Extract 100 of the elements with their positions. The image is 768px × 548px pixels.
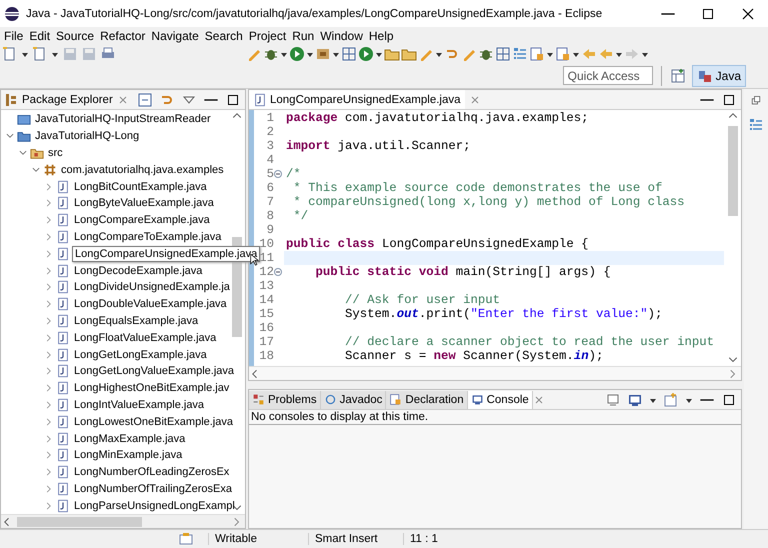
problems-icon <box>252 393 265 406</box>
tree-item[interactable]: LongCompareExample.java <box>72 213 212 228</box>
run-icon[interactable] <box>289 46 305 62</box>
pin-console-icon[interactable] <box>605 392 621 408</box>
tree-item[interactable]: LongCompareToExample.java <box>72 230 224 244</box>
tree-item[interactable]: LongMaxExample.java <box>72 432 188 446</box>
java-file-icon <box>56 432 70 446</box>
outline-icon[interactable] <box>748 117 764 133</box>
code-line: public class LongCompareUnsignedExample { <box>285 237 589 251</box>
panel-tab[interactable]: Problems <box>249 390 321 408</box>
tree-item[interactable]: JavaTutorialHQ-InputStreamReader <box>33 112 213 126</box>
tree-item[interactable]: LongEqualsExample.java <box>72 314 200 328</box>
tree-item[interactable]: LongGetLongValueExample.java <box>72 364 236 378</box>
tree-item[interactable]: LongNumberOfTrailingZerosExa <box>72 482 234 496</box>
line-number: 3 <box>266 139 274 153</box>
editor-tab[interactable]: LongCompareUnsignedExample.java <box>249 90 465 109</box>
java-file-icon <box>253 92 267 106</box>
tree-item[interactable]: LongDivideUnsignedExample.ja <box>72 280 232 294</box>
menu-item[interactable]: Project <box>246 28 290 42</box>
tree-item[interactable]: LongNumberOfLeadingZerosEx <box>72 465 232 480</box>
code-line: // declare a scanner object to read the user input <box>344 335 714 349</box>
status-field: Writable <box>208 533 308 545</box>
java-perspective-button[interactable]: Java <box>692 64 746 86</box>
document-icon[interactable] <box>555 46 571 62</box>
java-file-icon <box>56 465 70 480</box>
tree-item[interactable]: LongDoubleValueExample.java <box>72 297 229 312</box>
minimize-icon[interactable] <box>699 398 715 402</box>
menu-item[interactable]: Source <box>53 28 98 42</box>
tree-item[interactable]: LongGetLongExample.java <box>72 348 209 362</box>
tree-item[interactable]: com.javatutorialhq.java.examples <box>59 162 226 177</box>
collapse-all-icon[interactable] <box>137 92 153 108</box>
tree-item[interactable]: LongLowestOneBitExample.java <box>72 414 235 429</box>
status-icon <box>178 531 194 547</box>
code-line: import java.util.Scanner; <box>285 139 470 153</box>
menu-item[interactable]: Run <box>289 28 318 42</box>
tree-item[interactable]: src <box>46 146 65 160</box>
tree-item[interactable]: LongParseUnsignedLongExampl <box>72 498 237 513</box>
menu-item[interactable]: Navigate <box>148 28 202 42</box>
panel-tab[interactable]: Declaration <box>386 390 468 408</box>
close-icon[interactable] <box>468 94 481 106</box>
line-number: 17 <box>259 335 274 349</box>
menu-item[interactable]: Window <box>317 28 366 42</box>
new-console-icon[interactable] <box>663 392 679 408</box>
menu-item[interactable]: File <box>1 28 26 42</box>
code-line: System.out.print("Enter the first value:"); <box>344 307 662 321</box>
console-icon <box>470 393 484 406</box>
run-icon[interactable] <box>358 46 374 62</box>
menu-item[interactable]: Edit <box>26 28 54 42</box>
panel-tab[interactable]: Javadoc <box>320 390 386 408</box>
at-sign-icon <box>324 393 337 406</box>
menu-item[interactable]: Help <box>366 28 397 42</box>
java-file-icon <box>56 498 70 513</box>
tree-item[interactable]: JavaTutorialHQ-Long <box>33 129 142 144</box>
panel-tab[interactable]: Console <box>468 390 533 408</box>
code-line: * compareUnsigned(long x,long y) method of Long class <box>292 195 684 209</box>
closed-project-icon <box>17 112 31 126</box>
status-field: Smart Insert <box>308 533 403 545</box>
tree-item[interactable]: LongByteValueExample.java <box>72 196 216 210</box>
tree-item[interactable]: LongBitCountExample.java <box>72 180 209 194</box>
tree-item[interactable]: LongDecodeExample.java <box>72 264 204 278</box>
tree-item[interactable]: LongHighestOneBitExample.jav <box>72 381 232 396</box>
menu-item[interactable]: Refactor <box>97 28 148 42</box>
line-number: 10 <box>259 237 274 251</box>
quick-access-field[interactable]: Quick Access <box>562 66 653 85</box>
line-number: 5 <box>266 167 274 181</box>
fold-toggle-icon[interactable] <box>274 268 282 276</box>
java-file-icon <box>56 180 70 194</box>
java-file-icon <box>56 297 70 312</box>
minimize-icon[interactable] <box>203 98 219 102</box>
menu-item[interactable]: Search <box>202 28 246 42</box>
open-perspective-icon[interactable] <box>670 68 686 84</box>
java-file-icon <box>56 230 70 244</box>
line-number: 2 <box>266 125 274 139</box>
tree-item[interactable]: LongMinExample.java <box>72 448 184 462</box>
package-explorer-icon <box>3 92 19 108</box>
scroll-thumb[interactable] <box>728 126 738 216</box>
java-file-icon <box>56 196 70 210</box>
line-number: 14 <box>259 293 274 307</box>
code-line: public static void main(String[] args) { <box>314 265 611 279</box>
scroll-thumb[interactable] <box>17 516 142 526</box>
java-file-icon <box>56 448 70 462</box>
line-number: 9 <box>266 223 274 237</box>
console-message: No consoles to display at this time. <box>249 410 741 425</box>
horizontal-scrollbar[interactable] <box>1 514 245 528</box>
java-file-icon <box>56 414 70 429</box>
declaration-icon <box>389 393 402 406</box>
java-file-icon <box>56 330 70 345</box>
grid-icon[interactable] <box>341 46 357 62</box>
document-icon[interactable] <box>529 46 545 62</box>
paragraph-icon[interactable] <box>512 46 528 62</box>
tree-item[interactable]: LongIntValueExample.java <box>72 398 206 412</box>
horizontal-scrollbar[interactable] <box>249 366 741 380</box>
file-name-tooltip[interactable]: LongCompareUnsignedExample.java <box>72 246 260 262</box>
grid-icon[interactable] <box>495 46 511 62</box>
close-icon[interactable] <box>116 94 129 106</box>
tree-item[interactable]: LongFloatValueExample.java <box>72 330 218 345</box>
restore-icon[interactable] <box>750 95 762 107</box>
close-icon[interactable] <box>532 394 545 406</box>
minimize-icon[interactable] <box>699 98 715 102</box>
fold-toggle-icon[interactable] <box>274 170 282 178</box>
